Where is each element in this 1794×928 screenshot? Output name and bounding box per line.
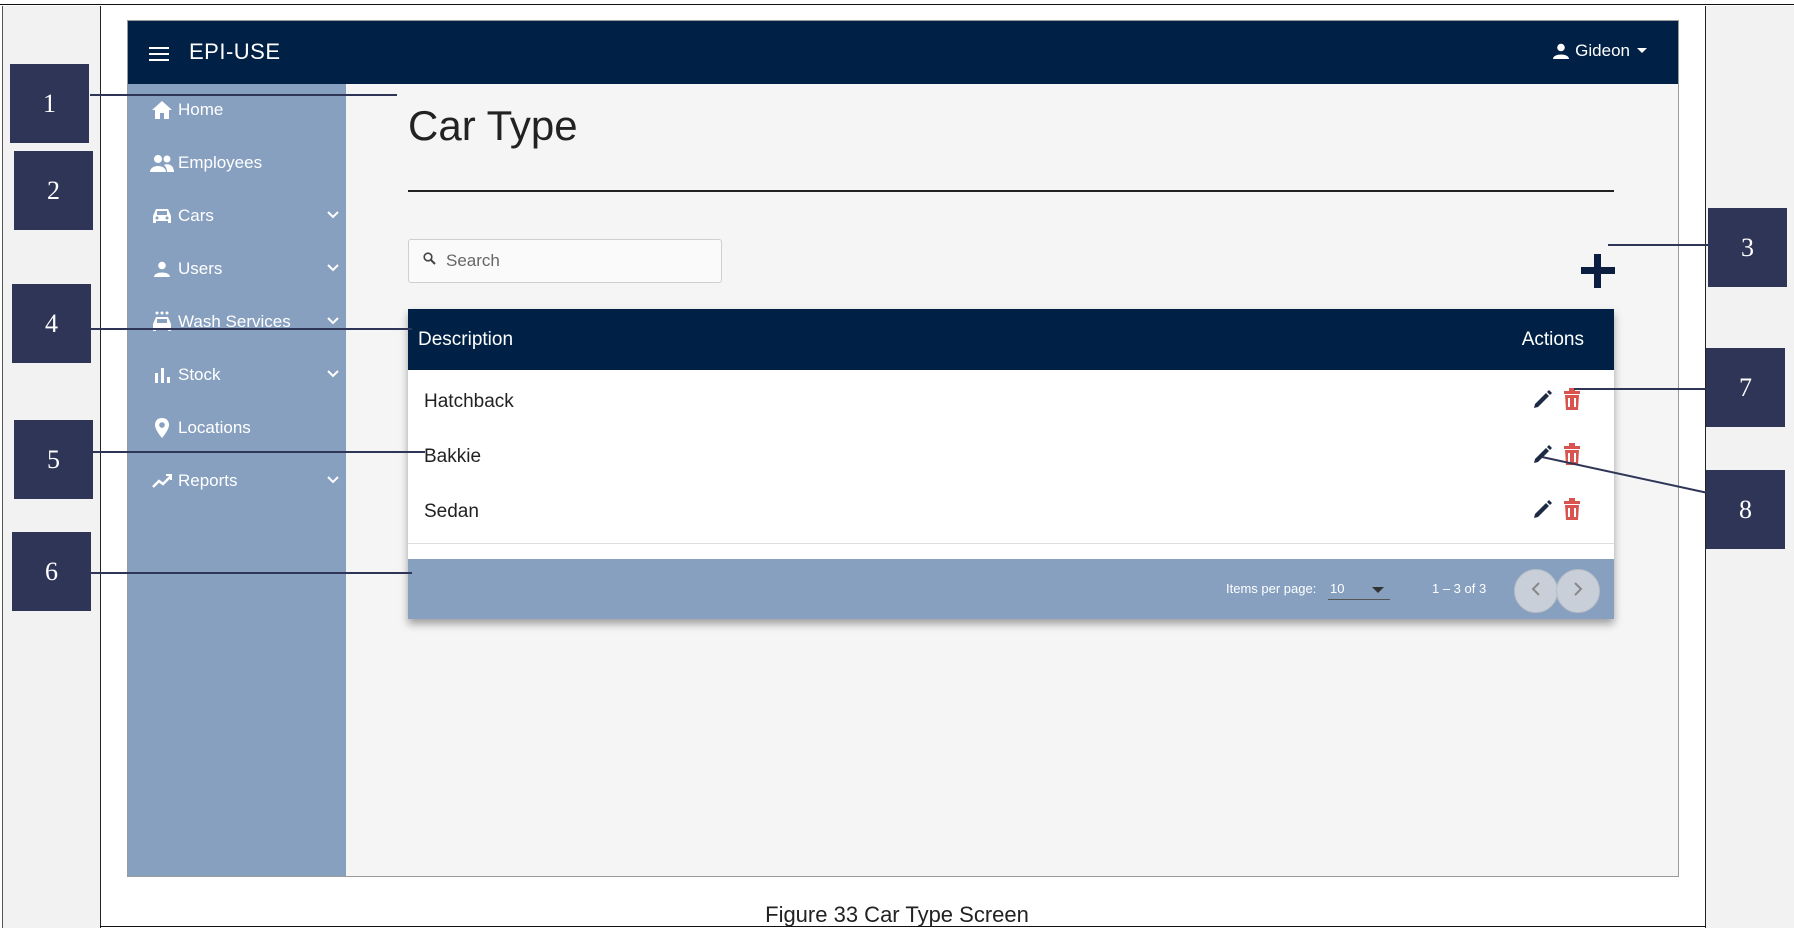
column-header-description[interactable]: Description xyxy=(418,329,513,351)
edit-pencil-icon[interactable] xyxy=(1532,388,1554,415)
sidebar-item-label: Stock xyxy=(178,365,221,384)
edit-pencil-icon[interactable] xyxy=(1532,498,1554,525)
location-pin-icon xyxy=(150,417,174,439)
sidebar-item-label: Cars xyxy=(178,206,214,225)
bar-chart-icon xyxy=(150,364,174,386)
cell-description: Bakkie xyxy=(424,446,482,467)
app-title: EPI-USE xyxy=(189,39,281,64)
callout-7: 7 xyxy=(1706,348,1785,427)
callout-6: 6 xyxy=(12,532,91,611)
app-window: EPI-USE Gideon Home Employees Cars Users… xyxy=(127,20,1679,877)
page-range-label: 1 – 3 of 3 xyxy=(1432,581,1487,596)
items-per-page-value: 10 xyxy=(1330,581,1345,596)
previous-page-button[interactable] xyxy=(1514,569,1558,613)
title-divider xyxy=(408,190,1614,192)
sidebar-item-label: Employees xyxy=(178,153,263,172)
chevron-down-icon xyxy=(326,206,340,226)
items-per-page-label: Items per page: xyxy=(1226,581,1317,596)
main-content: Car Type Description Actions Hatchback xyxy=(346,84,1678,876)
callout-3: 3 xyxy=(1708,208,1787,287)
chevron-down-icon xyxy=(326,365,340,385)
items-per-page-select[interactable]: 10 xyxy=(1328,579,1390,600)
cell-description: Hatchback xyxy=(424,391,514,412)
delete-trash-icon[interactable] xyxy=(1562,388,1582,415)
sidebar-item-label: Home xyxy=(178,100,224,119)
next-page-button[interactable] xyxy=(1556,569,1600,613)
chevron-right-icon xyxy=(1572,581,1584,602)
sidebar-item-locations[interactable]: Locations xyxy=(150,414,340,442)
table-row[interactable]: Sedan xyxy=(408,480,1614,544)
callout-2: 2 xyxy=(14,151,93,230)
table-row[interactable]: Bakkie xyxy=(408,425,1614,488)
paginator: Items per page: 10 1 – 3 of 3 xyxy=(408,559,1614,619)
table-row[interactable]: Hatchback xyxy=(408,370,1614,433)
user-menu[interactable]: Gideon xyxy=(1553,41,1648,61)
search-input[interactable] xyxy=(444,250,698,272)
search-field[interactable] xyxy=(408,239,722,283)
leader-line xyxy=(90,572,412,574)
sidebar: Home Employees Cars Users Wash Services … xyxy=(128,84,346,876)
search-icon xyxy=(423,252,436,270)
leader-line xyxy=(1541,456,1709,494)
top-app-bar: EPI-USE Gideon xyxy=(128,21,1678,84)
user-name: Gideon xyxy=(1575,41,1630,60)
car-type-table: Description Actions Hatchback Bakkie Sed… xyxy=(408,309,1614,619)
people-icon xyxy=(150,152,174,174)
callout-4: 4 xyxy=(12,284,91,363)
home-icon xyxy=(150,99,174,121)
sidebar-item-employees[interactable]: Employees xyxy=(150,149,340,177)
chevron-down-icon xyxy=(326,471,340,491)
leader-line xyxy=(1574,388,1708,390)
add-car-type-button[interactable] xyxy=(1578,251,1618,291)
caret-down-icon xyxy=(1636,47,1648,55)
right-margin-column xyxy=(1705,6,1794,928)
figure-caption: Figure 33 Car Type Screen xyxy=(765,902,1029,927)
sidebar-item-cars[interactable]: Cars xyxy=(150,202,340,230)
sidebar-item-stock[interactable]: Stock xyxy=(150,361,340,389)
trending-up-icon xyxy=(150,470,174,492)
sidebar-item-label: Users xyxy=(178,259,223,278)
sidebar-item-home[interactable]: Home xyxy=(150,96,340,124)
sidebar-item-label: Reports xyxy=(178,471,238,490)
table-header: Description Actions xyxy=(408,309,1614,370)
leader-line xyxy=(90,451,425,453)
leader-line xyxy=(90,94,397,96)
person-icon xyxy=(150,258,174,280)
sidebar-item-users[interactable]: Users xyxy=(150,255,340,283)
callout-1: 1 xyxy=(10,64,89,143)
cell-description: Sedan xyxy=(424,501,479,522)
callout-8: 8 xyxy=(1706,470,1785,549)
page-border-top xyxy=(0,4,1794,5)
leader-line xyxy=(1608,244,1708,246)
column-header-actions: Actions xyxy=(1521,329,1584,350)
delete-trash-icon[interactable] xyxy=(1562,498,1582,525)
person-icon xyxy=(1553,43,1570,59)
leader-line xyxy=(90,328,412,330)
plus-icon xyxy=(1578,254,1618,295)
hamburger-menu-icon[interactable] xyxy=(149,47,169,61)
car-icon xyxy=(150,205,174,227)
chevron-left-icon xyxy=(1530,581,1542,602)
chevron-down-icon xyxy=(326,259,340,279)
sidebar-item-label: Locations xyxy=(178,418,251,437)
caret-down-icon xyxy=(1372,587,1384,593)
sidebar-item-wash-services[interactable]: Wash Services xyxy=(150,308,340,336)
callout-5: 5 xyxy=(14,420,93,499)
sidebar-item-reports[interactable]: Reports xyxy=(150,467,340,495)
page-title: Car Type xyxy=(408,102,578,149)
